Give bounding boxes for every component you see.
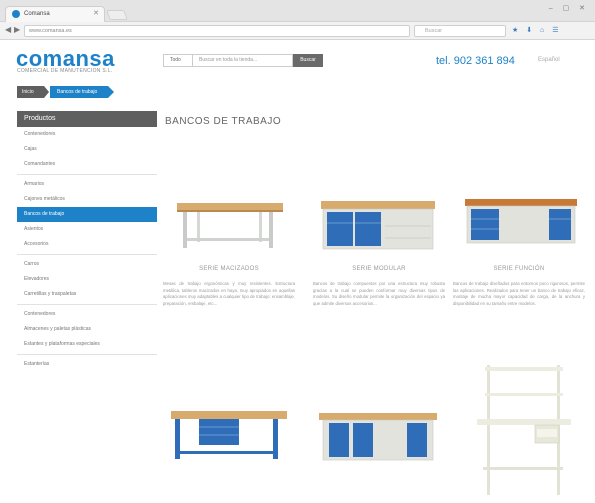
sidebar-item[interactable]: Almacenes y paletas plásticas [17, 322, 157, 337]
product-description: Mesas de trabajo ergonómicas y muy resis… [163, 281, 295, 306]
site-search-input[interactable]: Buscar en toda la tienda... [193, 54, 293, 67]
product-name[interactable]: SERIE MODULAR [313, 266, 445, 272]
sidebar-item[interactable]: Accesorios [17, 237, 157, 252]
sidebar-item[interactable]: Comandantes [17, 157, 157, 172]
product-image[interactable] [453, 363, 585, 495]
sidebar-item[interactable]: Contenedores [17, 307, 157, 322]
product-card[interactable] [163, 363, 295, 459]
sidebar-item[interactable]: Bancos de trabajo [17, 207, 157, 222]
close-tab-icon[interactable]: ✕ [93, 7, 99, 21]
web-page: comansa COMERCIAL DE MANUTENCION S.L. To… [10, 40, 595, 498]
language-select[interactable]: Español [538, 57, 560, 63]
url-input[interactable]: www.comansa.es [24, 25, 410, 37]
window-controls[interactable]: – ▢ ✕ [549, 4, 589, 12]
forward-icon[interactable]: ▶ [14, 25, 20, 34]
product-description: Bancos de trabajo diseñados para entorno… [453, 281, 585, 306]
phone-number: tel. 902 361 894 [436, 55, 515, 67]
sidebar-divider [17, 174, 157, 175]
sidebar-divider [17, 354, 157, 355]
sidebar-divider [17, 304, 157, 305]
sidebar-item[interactable]: Elevadores [17, 272, 157, 287]
product-card[interactable]: SERIE MODULAR Bancos de trabajo compuest… [313, 170, 445, 307]
sidebar-item[interactable]: Estantes y plataformas especiales [17, 337, 157, 352]
product-image[interactable] [313, 170, 445, 260]
sidebar-item[interactable]: Cajas [17, 142, 157, 157]
sidebar-title: Productos [17, 111, 157, 127]
sidebar-item[interactable]: Asientos [17, 222, 157, 237]
product-card[interactable]: SERIE FUNCIÓN Bancos de trabajo diseñado… [453, 170, 585, 307]
address-bar: ◀ ▶ www.comansa.es Buscar ★ ⬇ ⌂ ☰ [0, 22, 595, 40]
browser-search-input[interactable]: Buscar [414, 25, 506, 37]
product-image[interactable] [453, 170, 585, 260]
favicon-icon [12, 10, 20, 18]
product-image[interactable] [313, 363, 445, 461]
browser-window: Comansa ✕ – ▢ ✕ ◀ ▶ www.comansa.es Busca… [0, 0, 595, 498]
site-tagline: COMERCIAL DE MANUTENCION S.L. [17, 68, 113, 74]
product-card[interactable] [453, 363, 585, 495]
product-image[interactable] [163, 170, 295, 260]
breadcrumb-current[interactable]: Bancos de trabajo [50, 86, 114, 98]
toolbar-icons[interactable]: ★ ⬇ ⌂ ☰ [512, 26, 561, 34]
product-image[interactable] [163, 363, 295, 459]
sidebar-item[interactable]: Contenedores [17, 127, 157, 142]
product-name[interactable]: SERIE MACIZADOS [163, 266, 295, 272]
sidebar-item[interactable]: Armarios [17, 177, 157, 192]
tab-title: Comansa [24, 11, 50, 17]
back-icon[interactable]: ◀ [5, 25, 11, 34]
search-button[interactable]: Buscar [293, 54, 323, 67]
breadcrumb-home[interactable]: Inicio [17, 86, 49, 98]
sidebar-item[interactable]: Carros [17, 257, 157, 272]
search-category-select[interactable]: Todo [163, 54, 193, 67]
browser-tab[interactable]: Comansa ✕ [5, 6, 105, 22]
new-tab-button[interactable] [106, 10, 128, 20]
sidebar-nav: Contenedores Cajas Comandantes Armarios Cajo… [17, 127, 157, 372]
product-card[interactable] [313, 363, 445, 461]
sidebar-divider [17, 254, 157, 255]
page-title: BANCOS DE TRABAJO [165, 116, 282, 127]
product-description: Bancos de trabajo compuestos por una est… [313, 281, 445, 306]
tab-bar: Comansa ✕ – ▢ ✕ [0, 0, 595, 22]
product-name[interactable]: SERIE FUNCIÓN [453, 266, 585, 272]
sidebar-item[interactable]: Estanterías [17, 357, 157, 372]
sidebar-item[interactable]: Cajones metálicos [17, 192, 157, 207]
product-card[interactable]: SERIE MACIZADOS Mesas de trabajo ergonóm… [163, 170, 295, 307]
sidebar-item[interactable]: Carretillas y traspaletas [17, 287, 157, 302]
